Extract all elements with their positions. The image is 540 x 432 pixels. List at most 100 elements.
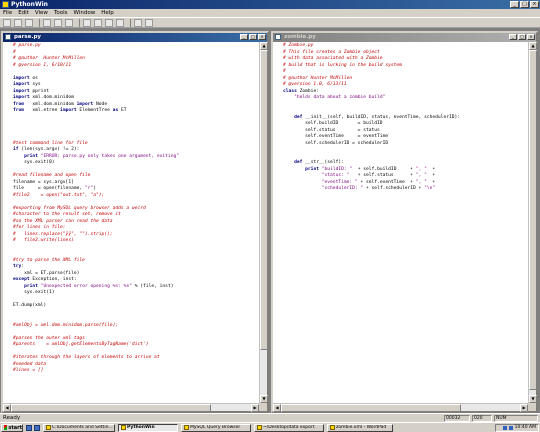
editor-title: parse.py	[14, 34, 41, 40]
wordpad-icon	[330, 425, 335, 430]
mdi-area: parse.py _ □ × # parse.py # # @author Hunt…	[0, 28, 540, 413]
resize-corner[interactable]	[259, 403, 267, 411]
taskbar: start C:\Documents and Settin... PythonW…	[0, 422, 540, 432]
vertical-scrollbar[interactable]: ▲ ▼	[259, 42, 268, 403]
toolbar-separator	[79, 18, 80, 27]
code-line: "schedulerID: " + self.schedulerID + "\n…	[321, 186, 436, 191]
save-icon[interactable]	[25, 18, 33, 27]
scroll-left-icon[interactable]: ◀	[273, 404, 281, 412]
scroll-right-icon[interactable]: ▶	[520, 404, 528, 412]
scroll-up-icon[interactable]: ▲	[529, 42, 537, 50]
task-label: MySQL Query Browser	[190, 424, 241, 430]
debug-icon[interactable]	[134, 18, 142, 27]
horizontal-scrollbar[interactable]: ◀ ▶	[273, 403, 528, 412]
database-icon	[184, 425, 189, 430]
scroll-thumb[interactable]	[529, 50, 537, 390]
run-icon[interactable]	[94, 18, 102, 27]
browser-icon[interactable]	[34, 424, 40, 431]
code-text: # parse.py # # @author Hunter McMillen # @v…	[13, 43, 259, 375]
task-wordpad[interactable]: zombie.xml - WordPad	[327, 423, 393, 432]
code-editor[interactable]: # parse.py # # @author Hunter McMillen # @v…	[3, 42, 259, 403]
status-bar: Ready 00032 020 NUM	[0, 413, 540, 422]
scroll-left-icon[interactable]: ◀	[3, 404, 11, 412]
paste-icon[interactable]	[65, 18, 73, 27]
copy-icon[interactable]	[54, 18, 62, 27]
open-file-icon[interactable]	[14, 18, 22, 27]
task-label: C:\Documents and Settin...	[52, 424, 113, 430]
system-tray: 10:40 AM	[495, 424, 539, 432]
fold-gutter	[3, 42, 12, 403]
quick-launch	[26, 424, 40, 431]
menu-tools[interactable]: Tools	[54, 10, 68, 16]
clock[interactable]: 10:40 AM	[515, 425, 536, 431]
menu-edit[interactable]: Edit	[18, 10, 29, 16]
toolbar-separator	[130, 18, 131, 27]
code-text: # Zombie.py # This file creates a Zombie …	[283, 43, 528, 193]
horizontal-scrollbar[interactable]: ◀ ▶	[3, 403, 259, 412]
minimize-button[interactable]: _	[240, 34, 248, 40]
task-label: PythonWin	[127, 424, 155, 430]
close-button[interactable]: ×	[258, 34, 266, 40]
print-icon[interactable]	[83, 18, 91, 27]
cut-icon[interactable]	[43, 18, 51, 27]
editor-title: zombie.py	[284, 34, 316, 40]
code-editor[interactable]: # Zombie.py # This file creates a Zombie …	[273, 42, 528, 403]
editor-window-zombie[interactable]: zombie.py _ □ × # Zombie.py # This file c…	[271, 31, 538, 413]
menu-window[interactable]: Window	[74, 10, 96, 16]
help-icon[interactable]	[145, 18, 153, 27]
maximize-button[interactable]: □	[518, 34, 526, 40]
app-titlebar[interactable]: PythonWin _ □ ×	[0, 0, 540, 9]
editor-titlebar[interactable]: zombie.py _ □ ×	[273, 33, 536, 42]
windows-logo-icon	[4, 425, 8, 430]
document-icon	[5, 34, 11, 40]
status-column: 020	[472, 415, 492, 422]
volume-icon[interactable]	[508, 426, 513, 430]
task-label: ~/Desktop/data export	[263, 424, 315, 430]
network-icon[interactable]	[502, 426, 507, 430]
scroll-thumb[interactable]	[281, 404, 461, 412]
show-desktop-icon[interactable]	[26, 424, 32, 431]
vertical-scrollbar[interactable]: ▲ ▼	[528, 42, 537, 403]
status-position: 00032	[444, 415, 470, 422]
new-file-icon[interactable]	[3, 18, 11, 27]
task-terminal[interactable]: ~/Desktop/data export	[254, 423, 324, 432]
resize-corner[interactable]	[528, 403, 536, 411]
check-icon[interactable]	[105, 18, 113, 27]
scroll-right-icon[interactable]: ▶	[251, 404, 259, 412]
maximize-button[interactable]: □	[249, 34, 257, 40]
minimize-button[interactable]: _	[509, 34, 517, 40]
fold-gutter	[273, 42, 282, 403]
document-icon	[275, 34, 281, 40]
scroll-down-icon[interactable]: ▼	[260, 395, 268, 403]
code-line: #lines = []	[13, 368, 44, 373]
menu-view[interactable]: View	[35, 10, 48, 16]
scroll-up-icon[interactable]: ▲	[260, 42, 268, 50]
task-mysql[interactable]: MySQL Query Browser	[181, 423, 251, 432]
terminal-icon	[257, 425, 262, 430]
scroll-down-icon[interactable]: ▼	[529, 395, 537, 403]
editor-titlebar[interactable]: parse.py _ □ ×	[3, 33, 267, 42]
python-icon	[121, 425, 126, 430]
minimize-button[interactable]: _	[510, 1, 519, 8]
task-explorer[interactable]: C:\Documents and Settin...	[43, 423, 115, 432]
python-icon	[2, 1, 9, 8]
menu-help[interactable]: Help	[101, 10, 114, 16]
scroll-thumb[interactable]	[260, 50, 268, 350]
folder-icon	[46, 425, 51, 430]
interactive-window-icon[interactable]	[116, 18, 124, 27]
editor-window-parse[interactable]: parse.py _ □ × # parse.py # # @author Hunt…	[1, 31, 269, 413]
scroll-thumb[interactable]	[11, 404, 211, 412]
start-button[interactable]: start	[1, 423, 23, 432]
status-mode: NUM	[494, 415, 538, 422]
toolbar	[0, 17, 540, 28]
task-pythonwin[interactable]: PythonWin	[118, 423, 178, 432]
menu-file[interactable]: File	[3, 10, 12, 16]
maximize-button[interactable]: □	[520, 1, 529, 8]
close-button[interactable]: ×	[527, 34, 535, 40]
pythonwin-app: PythonWin _ □ × File Edit View Tools Win…	[0, 0, 540, 432]
close-button[interactable]: ×	[530, 1, 539, 8]
toolbar-separator	[39, 18, 40, 27]
start-label: start	[8, 424, 22, 431]
menu-bar: File Edit View Tools Window Help	[0, 9, 540, 17]
task-label: zombie.xml - WordPad	[336, 424, 387, 430]
